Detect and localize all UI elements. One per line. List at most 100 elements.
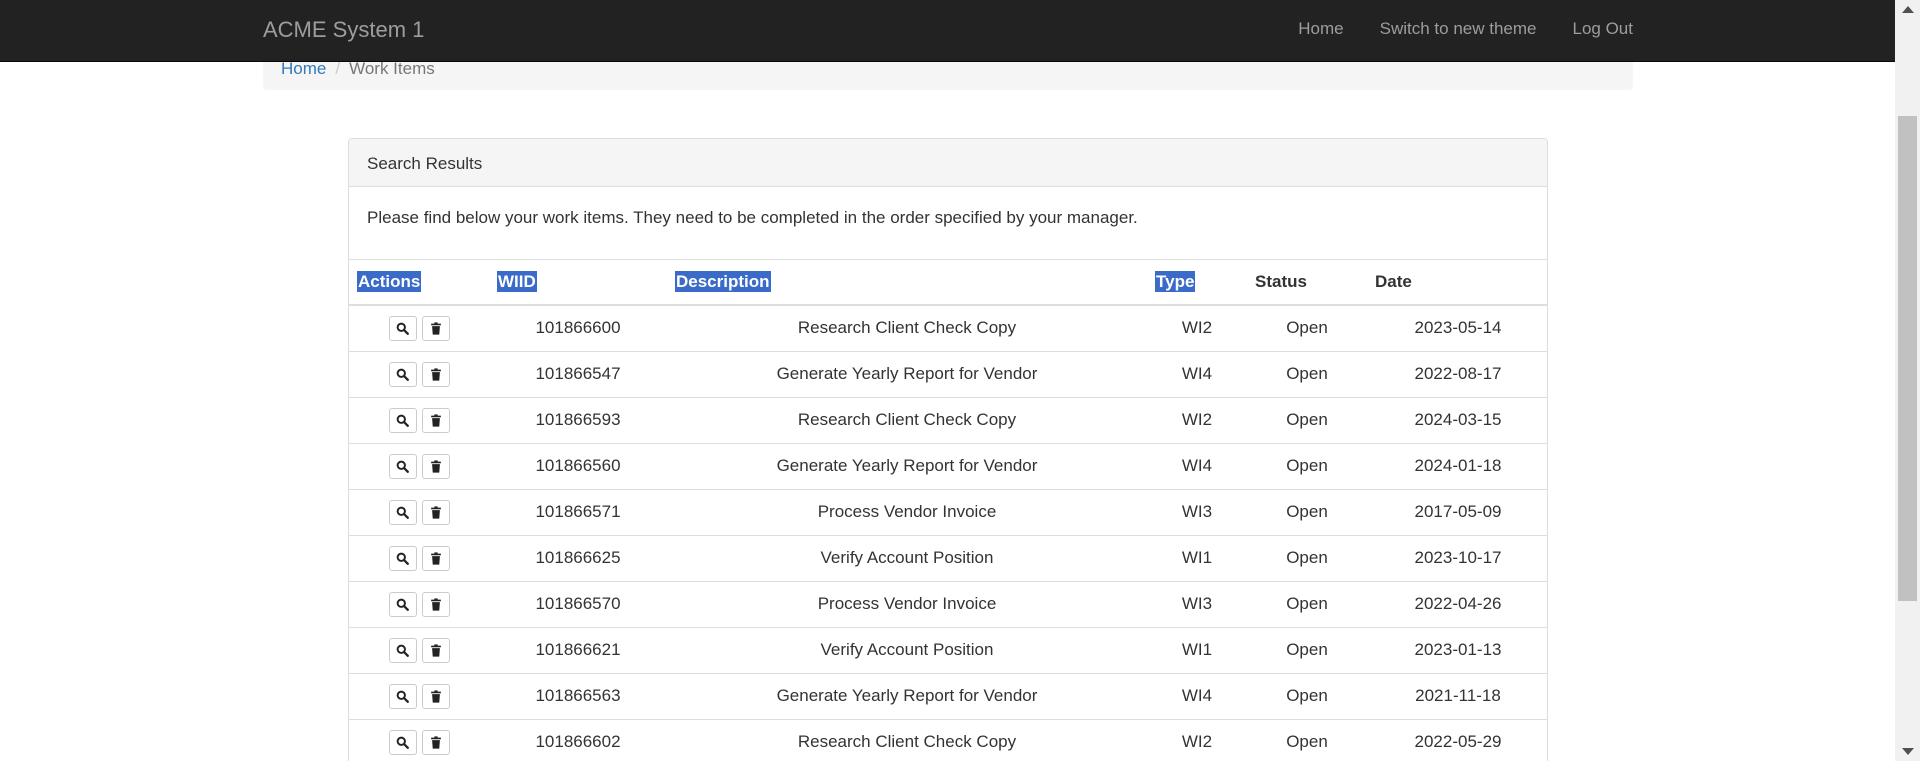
search-icon (396, 506, 409, 519)
view-button[interactable] (388, 407, 417, 433)
row-wiid: 101866621 (489, 627, 667, 674)
row-description: Process Vendor Invoice (667, 581, 1147, 628)
row-date: 2017-05-09 (1367, 489, 1547, 536)
header-type-label: Type (1155, 271, 1196, 292)
row-type: WI2 (1147, 305, 1247, 352)
delete-button[interactable] (421, 591, 450, 617)
row-date: 2023-01-13 (1367, 627, 1547, 674)
row-date: 2021-11-18 (1367, 673, 1547, 720)
scroll-thumb[interactable] (1898, 116, 1917, 601)
table-row: 101866571 Process Vendor Invoice WI3 Open 20… (349, 489, 1547, 536)
row-status: Open (1247, 627, 1367, 674)
row-status: Open (1247, 719, 1367, 761)
delete-button[interactable] (421, 637, 450, 663)
view-button[interactable] (388, 637, 417, 663)
trash-icon (430, 735, 442, 749)
delete-button[interactable] (421, 315, 450, 341)
row-status: Open (1247, 535, 1367, 582)
row-actions-group (349, 729, 489, 755)
row-wiid: 101866602 (489, 719, 667, 761)
search-icon (396, 460, 409, 473)
header-date[interactable]: Date (1367, 260, 1547, 306)
row-type: WI2 (1147, 397, 1247, 444)
row-type: WI1 (1147, 627, 1247, 674)
row-date: 2024-03-15 (1367, 397, 1547, 444)
scroll-down-arrow-icon[interactable] (1902, 748, 1914, 755)
view-button[interactable] (388, 361, 417, 387)
header-wiid[interactable]: WIID (489, 260, 667, 306)
trash-icon (430, 413, 442, 427)
trash-icon (430, 597, 442, 611)
table-row: 101866560 Generate Yearly Report for Vend… (349, 443, 1547, 490)
view-button[interactable] (388, 591, 417, 617)
view-button[interactable] (388, 545, 417, 571)
row-actions (349, 351, 489, 398)
header-description[interactable]: Description (667, 260, 1147, 306)
row-date: 2022-05-29 (1367, 719, 1547, 761)
header-actions[interactable]: Actions (349, 260, 489, 306)
vertical-scrollbar[interactable] (1895, 0, 1920, 761)
header-type[interactable]: Type (1147, 260, 1247, 306)
table-row: 101866547 Generate Yearly Report for Vend… (349, 351, 1547, 398)
table-header-row: Actions WIID Description Type Status Dat… (349, 260, 1547, 306)
table-row: 101866593 Research Client Check Copy WI2 Op… (349, 397, 1547, 444)
row-description: Verify Account Position (667, 535, 1147, 582)
table-row: 101866563 Generate Yearly Report for Vend… (349, 673, 1547, 720)
panel-heading: Search Results (349, 139, 1547, 187)
view-button[interactable] (388, 453, 417, 479)
nav-logout-link[interactable]: Log Out (1573, 18, 1634, 40)
view-button[interactable] (388, 683, 417, 709)
trash-icon (430, 689, 442, 703)
view-button[interactable] (388, 499, 417, 525)
table-row: 101866570 Process Vendor Invoice WI3 Open 20… (349, 581, 1547, 628)
trash-icon (430, 551, 442, 565)
row-type: WI3 (1147, 489, 1247, 536)
table-row: 101866600 Research Client Check Copy WI2 Op… (349, 305, 1547, 352)
delete-button[interactable] (421, 683, 450, 709)
row-wiid: 101866593 (489, 397, 667, 444)
delete-button[interactable] (421, 407, 450, 433)
row-actions (349, 489, 489, 536)
row-type: WI1 (1147, 535, 1247, 582)
header-actions-label: Actions (357, 271, 422, 292)
row-actions-group (349, 637, 489, 663)
nav-switch-theme-link[interactable]: Switch to new theme (1380, 18, 1537, 40)
table-body: 101866600 Research Client Check Copy WI2 Op… (349, 305, 1547, 761)
view-button[interactable] (388, 315, 417, 341)
row-status: Open (1247, 581, 1367, 628)
row-actions (349, 443, 489, 490)
view-button[interactable] (388, 729, 417, 755)
row-description: Research Client Check Copy (667, 305, 1147, 352)
row-actions (349, 535, 489, 582)
table-row: 101866602 Research Client Check Copy WI2 Op… (349, 719, 1547, 761)
row-actions-group (349, 591, 489, 617)
row-status: Open (1247, 673, 1367, 720)
row-status: Open (1247, 397, 1367, 444)
delete-button[interactable] (421, 729, 450, 755)
search-icon (396, 552, 409, 565)
delete-button[interactable] (421, 545, 450, 571)
search-icon (396, 644, 409, 657)
row-description: Generate Yearly Report for Vendor (667, 673, 1147, 720)
delete-button[interactable] (421, 361, 450, 387)
nav-links: Home Switch to new theme Log Out (1262, 18, 1633, 40)
row-type: WI2 (1147, 719, 1247, 761)
row-type: WI4 (1147, 443, 1247, 490)
row-actions (349, 305, 489, 352)
delete-button[interactable] (421, 499, 450, 525)
row-actions-group (349, 453, 489, 479)
trash-icon (430, 367, 442, 381)
brand[interactable]: ACME System 1 (263, 18, 424, 42)
header-status[interactable]: Status (1247, 260, 1367, 306)
header-date-label: Date (1375, 272, 1412, 291)
row-status: Open (1247, 443, 1367, 490)
navbar: ACME System 1 Home Switch to new theme L… (0, 0, 1895, 62)
nav-home-link[interactable]: Home (1298, 18, 1343, 40)
search-icon (396, 322, 409, 335)
row-date: 2024-01-18 (1367, 443, 1547, 490)
panel-intro: Please find below your work items. They … (349, 187, 1547, 260)
delete-button[interactable] (421, 453, 450, 479)
row-status: Open (1247, 489, 1367, 536)
scroll-up-arrow-icon[interactable] (1902, 6, 1914, 13)
row-wiid: 101866571 (489, 489, 667, 536)
